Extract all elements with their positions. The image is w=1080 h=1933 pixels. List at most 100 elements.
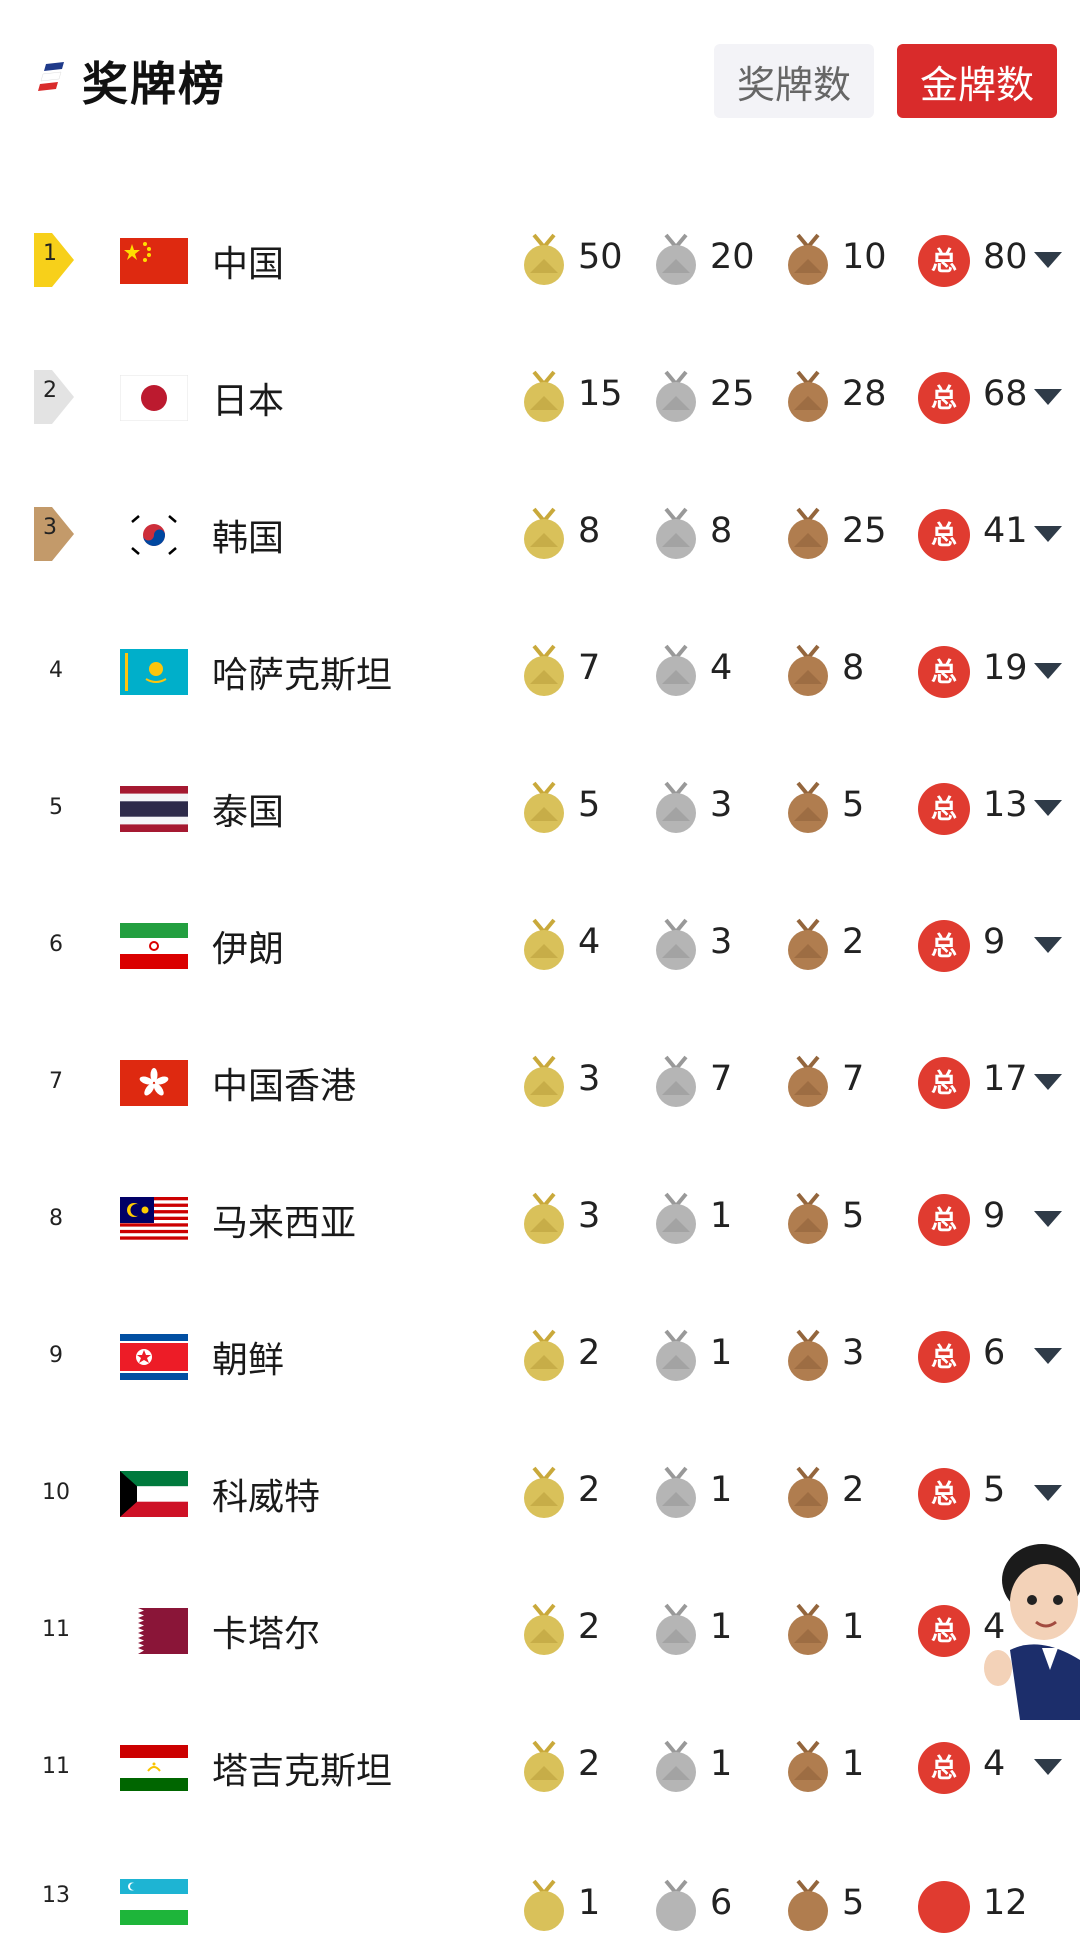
silver-count: 1 (710, 1470, 733, 1510)
svg-text:总: 总 (931, 1069, 957, 1099)
gold-count: 50 (578, 237, 623, 277)
kazakhstan-flag-icon (120, 649, 188, 695)
rank-number: 5 (49, 795, 63, 820)
bronze-count: 25 (842, 511, 887, 551)
table-row[interactable]: 10 科威特 2 1 2 总 5 (0, 1438, 1080, 1575)
svg-text:总: 总 (931, 658, 957, 688)
silver-count: 1 (710, 1744, 733, 1784)
silver-medal-icon (656, 781, 696, 833)
svg-text:总: 总 (931, 795, 957, 825)
table-row[interactable]: 9 朝鲜 2 1 3 总 6 (0, 1301, 1080, 1438)
total-icon: 总 (918, 372, 970, 424)
silver-count: 4 (710, 648, 733, 688)
gold-medal-icon (524, 1466, 564, 1518)
bronze-medal-icon (788, 1192, 828, 1244)
total-icon: 总 (918, 783, 970, 835)
silver-medal-icon (656, 1603, 696, 1655)
silver-medal-icon (656, 233, 696, 285)
mascot-avatar[interactable] (980, 1540, 1080, 1720)
bronze-medal-icon (788, 1329, 828, 1381)
china-flag-icon (120, 238, 188, 284)
table-row[interactable]: 5 泰国 5 3 5 总 13 (0, 753, 1080, 890)
silver-count: 1 (710, 1333, 733, 1373)
chevron-down-icon[interactable] (1032, 934, 1064, 956)
country-name: 韩国 (212, 518, 285, 559)
silver-count: 3 (710, 922, 733, 962)
gold-medal-icon (524, 1055, 564, 1107)
total-icon: 总 (918, 1194, 970, 1246)
table-row[interactable]: 6 伊朗 4 3 2 总 9 (0, 890, 1080, 1027)
table-row[interactable]: 7 中国香港 3 7 7 总 17 (0, 1027, 1080, 1164)
country-name: 泰国 (212, 792, 285, 833)
bronze-count: 1 (842, 1607, 865, 1647)
country-name: 朝鲜 (212, 1340, 285, 1381)
svg-text:总: 总 (931, 521, 957, 551)
country-name: 马来西亚 (212, 1203, 357, 1244)
rank-number: 3 (43, 515, 57, 540)
kuwait-flag-icon (120, 1471, 188, 1517)
bronze-medal-icon (788, 781, 828, 833)
gold-medal-icon (524, 644, 564, 696)
svg-text:总: 总 (931, 384, 957, 414)
chevron-down-icon[interactable] (1032, 1208, 1064, 1230)
total-count: 17 (983, 1059, 1028, 1099)
svg-text:总: 总 (931, 932, 957, 962)
chevron-down-icon[interactable] (1032, 523, 1064, 545)
page-title: 奖牌榜 (82, 57, 226, 111)
total-count: 19 (983, 648, 1028, 688)
table-row[interactable]: 1 中国 50 20 10 总 80 (0, 205, 1080, 342)
gold-medal-icon (524, 1603, 564, 1655)
japan-flag-icon (120, 375, 188, 421)
silver-medal-icon (656, 644, 696, 696)
total-icon: 总 (918, 1057, 970, 1109)
gold-count: 8 (578, 511, 601, 551)
total-count: 5 (983, 1470, 1006, 1510)
gold-medal-icon (524, 507, 564, 559)
gold-count: 4 (578, 922, 601, 962)
table-row[interactable]: 13 1 6 5 12 (0, 1849, 1080, 1933)
chevron-down-icon[interactable] (1032, 1345, 1064, 1367)
svg-text:总: 总 (931, 1480, 957, 1510)
chevron-down-icon[interactable] (1032, 660, 1064, 682)
chevron-down-icon[interactable] (1032, 1071, 1064, 1093)
gold-count: 5 (578, 785, 601, 825)
total-count: 6 (983, 1333, 1006, 1373)
gold-medal-icon (524, 781, 564, 833)
gold-count: 7 (578, 648, 601, 688)
chevron-down-icon[interactable] (1032, 797, 1064, 819)
total-icon: 总 (918, 1468, 970, 1520)
silver-medal-icon (656, 918, 696, 970)
silver-medal-icon (656, 1740, 696, 1792)
bronze-count: 7 (842, 1059, 865, 1099)
gold-medal-icon (524, 1192, 564, 1244)
bronze-medal-icon (788, 1466, 828, 1518)
silver-medal-icon (656, 507, 696, 559)
tab-medal-count[interactable]: 奖牌数 (714, 44, 874, 118)
logo-icon (38, 62, 64, 91)
rank-number: 13 (42, 1883, 70, 1908)
silver-medal-icon (656, 1055, 696, 1107)
gold-count: 2 (578, 1607, 601, 1647)
table-row[interactable]: 4 哈萨克斯坦 7 4 8 总 19 (0, 616, 1080, 753)
total-icon: 总 (918, 1331, 970, 1383)
bronze-medal-icon (788, 1055, 828, 1107)
bronze-count: 8 (842, 648, 865, 688)
bronze-count: 28 (842, 374, 887, 414)
chevron-down-icon[interactable] (1032, 1482, 1064, 1504)
total-count: 9 (983, 922, 1006, 962)
chevron-down-icon[interactable] (1032, 1756, 1064, 1778)
bronze-count: 1 (842, 1744, 865, 1784)
table-row[interactable]: 2 日本 15 25 28 总 68 (0, 342, 1080, 479)
table-row[interactable]: 8 马来西亚 3 1 5 总 9 (0, 1164, 1080, 1301)
chevron-down-icon[interactable] (1032, 249, 1064, 271)
table-row[interactable]: 11 塔吉克斯坦 2 1 1 总 4 (0, 1712, 1080, 1849)
chevron-down-icon[interactable] (1032, 386, 1064, 408)
table-row[interactable]: 3 韩国 8 8 25 总 41 (0, 479, 1080, 616)
total-count: 4 (983, 1744, 1006, 1784)
gold-count: 3 (578, 1059, 601, 1099)
total-icon: 总 (918, 646, 970, 698)
svg-text:总: 总 (931, 1343, 957, 1373)
table-row[interactable]: 11 卡塔尔 2 1 1 总 4 (0, 1575, 1080, 1712)
tab-gold-count[interactable]: 金牌数 (897, 44, 1057, 118)
total-icon (918, 1881, 970, 1933)
